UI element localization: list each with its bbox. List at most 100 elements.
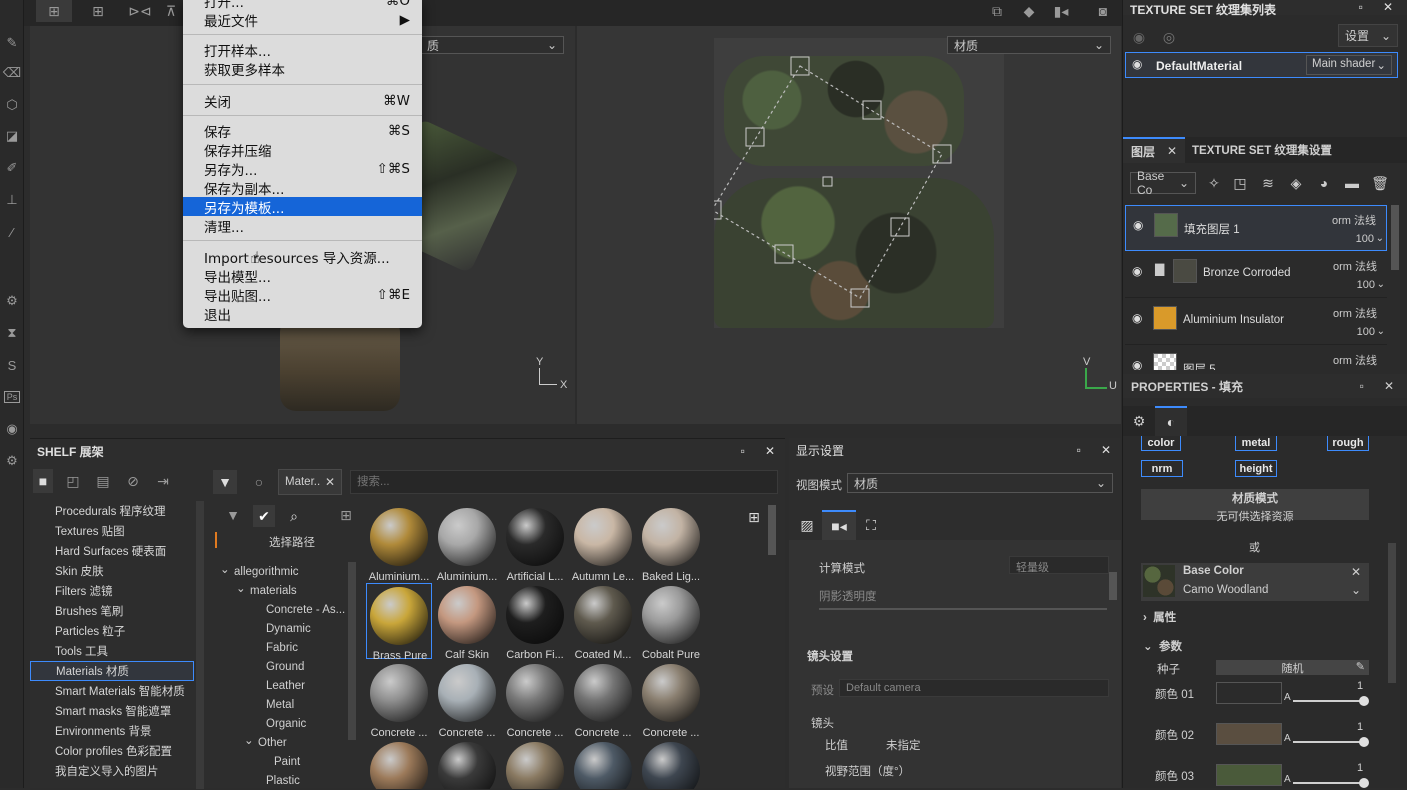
menu-item[interactable]: 保存为副本... — [183, 178, 422, 198]
paint-brush-icon[interactable]: ✎ — [0, 28, 24, 58]
shelf-category-item[interactable]: Hard Surfaces 硬表面 — [30, 541, 194, 561]
tree-item[interactable]: Paint — [220, 752, 348, 771]
eye-icon[interactable]: ◉ — [1132, 57, 1142, 71]
tab-texture-set-settings[interactable]: TEXTURE SET 纹理集设置 — [1185, 137, 1332, 163]
mirror-y-icon[interactable]: ⊼ — [162, 0, 180, 22]
shelf-category-item[interactable]: Smart masks 智能遮罩 — [30, 701, 194, 721]
material-thumbnail[interactable]: Brass Pure — [366, 583, 432, 662]
bake-icon[interactable]: ⧗ — [0, 318, 24, 348]
float-panel-icon[interactable]: ▫ — [1077, 443, 1081, 457]
delete-layer-icon[interactable]: 🗑 — [1369, 172, 1391, 194]
layer-blend-mode[interactable]: orm 法线 — [1333, 352, 1377, 368]
tree-scrollbar[interactable] — [348, 562, 356, 740]
texture-set-settings-button[interactable]: 设置 ⌄ — [1338, 24, 1398, 47]
tab-layers[interactable]: 图层 ✕ — [1123, 137, 1185, 163]
chevron-down-icon[interactable]: ⌄ — [236, 581, 250, 595]
remove-resource-icon[interactable]: ✕ — [1351, 565, 1361, 579]
circle-filter-icon[interactable]: ○ — [250, 470, 268, 494]
material-thumbnail[interactable]: Calf Skin — [434, 583, 500, 661]
params-section[interactable]: ⌄ 参数 — [1143, 638, 1182, 654]
menu-item[interactable]: 导出贴图... ⇧⌘E — [183, 285, 422, 305]
material-thumbnail[interactable]: Artificial L... — [502, 505, 568, 583]
add-folder-icon[interactable]: ▬ — [1341, 172, 1363, 194]
fill-properties-tab-icon[interactable]: ⚙ — [1123, 406, 1155, 436]
float-panel-icon[interactable]: ▫ — [741, 444, 745, 458]
settings-icon[interactable]: ⚙ — [0, 286, 24, 316]
shelf-category-item[interactable]: Procedurals 程序纹理 — [30, 501, 194, 521]
menu-item[interactable]: 关闭 ⌘W — [183, 91, 422, 111]
close-icon[interactable]: ✕ — [765, 444, 775, 458]
close-icon[interactable]: ✕ — [1384, 379, 1394, 393]
edit-icon[interactable]: ✎ — [1356, 660, 1365, 673]
layer-blend-mode[interactable]: orm 法线 — [1333, 258, 1377, 274]
material-thumbnail[interactable] — [638, 739, 704, 789]
menu-item[interactable]: 另存为... ⇧⌘S — [183, 159, 422, 179]
alpha-slider-knob[interactable] — [1359, 737, 1369, 747]
close-icon[interactable]: ✕ — [1101, 443, 1111, 457]
display-scrollbar[interactable] — [1109, 572, 1117, 600]
clone-stamp-icon[interactable]: ⊥ — [0, 185, 24, 215]
menu-item[interactable]: 获取更多样本 — [183, 59, 422, 79]
eraser-icon[interactable]: ⌫ — [0, 58, 24, 88]
view-mode-select[interactable]: 材质 ⌄ — [847, 473, 1113, 493]
tree-item[interactable]: Leather — [220, 676, 348, 695]
viewport-2d[interactable]: 材质 ⌄ V U — [577, 26, 1121, 424]
material-thumbnail[interactable]: Aluminium... — [366, 505, 432, 583]
folder-select-icon[interactable]: ▼ — [223, 505, 243, 525]
material-thumbnail[interactable] — [502, 739, 568, 789]
add-smart-material-icon[interactable]: ◕ — [1313, 172, 1335, 194]
material-thumbnail[interactable]: Concrete ... — [366, 661, 432, 739]
new-resource-icon[interactable]: ◰ — [63, 469, 83, 493]
material-thumbnail[interactable]: Concrete ... — [434, 661, 500, 739]
solo-icon[interactable]: ◎ — [1159, 28, 1179, 46]
environment-tab-icon[interactable]: ▨ — [792, 510, 822, 540]
add-mask-icon[interactable]: ◳ — [1229, 172, 1251, 194]
menu-item[interactable]: 打开样本... — [183, 40, 422, 60]
layer-blend-mode[interactable]: orm 法线 — [1333, 305, 1377, 321]
shelf-category-item[interactable]: Smart Materials 智能材质 — [30, 681, 194, 701]
add-effect-icon[interactable]: ✧ — [1203, 172, 1225, 194]
layer-row[interactable]: ◉ ▇ Bronze Corroded orm 法线 100 ⌄ — [1125, 252, 1387, 298]
channel-select[interactable]: Base Co ⌄ — [1130, 169, 1196, 197]
material-thumbnail[interactable]: Concrete ... — [638, 661, 704, 739]
layer-opacity[interactable]: 100 — [1356, 233, 1374, 245]
material-mode-box[interactable]: 材质模式 无可供选择资源 — [1141, 489, 1369, 523]
material-thumbnail[interactable] — [570, 739, 636, 789]
uv-transform-gizmo[interactable] — [714, 38, 1004, 328]
selection-mode-icon[interactable]: ⊞ — [36, 0, 72, 22]
shelf-tab[interactable]: Mater.. ✕ — [278, 469, 342, 495]
material-thumbnail[interactable]: Aluminium... — [434, 505, 500, 583]
shelf-category-item[interactable]: 我自定义导入的图片 — [30, 761, 194, 781]
visibility-toggle-icon[interactable]: ◉ — [1129, 28, 1149, 46]
eye-icon[interactable]: ◉ — [1132, 358, 1142, 370]
smudge-icon[interactable]: ✐ — [0, 153, 24, 183]
polygon-fill-icon[interactable]: ◪ — [0, 121, 24, 151]
attributes-section[interactable]: › 属性 — [1143, 609, 1176, 625]
category-scrollbar[interactable] — [196, 501, 204, 789]
layer-row[interactable]: ◉ 填充图层 1 orm 法线 100 ⌄ — [1125, 205, 1387, 251]
alpha-slider-knob[interactable] — [1359, 696, 1369, 706]
material-thumbnail[interactable]: Coated M... — [570, 583, 636, 661]
hide-icon[interactable]: ⊘ — [123, 469, 143, 493]
material-thumbnail[interactable]: Concrete ... — [502, 661, 568, 739]
float-panel-icon[interactable]: ▫ — [1359, 0, 1363, 14]
alpha-slider[interactable] — [1293, 700, 1365, 702]
camera-tab-icon[interactable]: ■◂ — [822, 510, 856, 540]
material-thumbnail[interactable]: Concrete ... — [570, 661, 636, 739]
material-tab-icon[interactable]: ◐ — [1155, 406, 1187, 436]
screenshot-icon[interactable]: ◙ — [1092, 0, 1114, 22]
thumbnail-scrollbar[interactable] — [768, 505, 776, 555]
texture-set-row[interactable]: ◉ DefaultMaterial Main shader ⌄ — [1125, 52, 1398, 78]
material-thumbnail[interactable] — [366, 739, 432, 789]
layer-row[interactable]: ◉ 图层 5 orm 法线 — [1125, 346, 1387, 370]
menu-item[interactable]: Import resources 导入资源... — [183, 247, 422, 267]
shelf-category-item[interactable]: Brushes 笔刷 — [30, 601, 194, 621]
menu-item[interactable]: 另存为模板... — [183, 197, 422, 217]
channel-toggle-button[interactable]: rough — [1327, 436, 1369, 451]
photoshop-icon[interactable]: Ps — [0, 382, 24, 412]
alpha-slider[interactable] — [1293, 741, 1365, 743]
shelf-category-item[interactable]: Materials 材质 — [30, 661, 194, 681]
shelf-category-item[interactable]: Textures 贴图 — [30, 521, 194, 541]
add-path-icon[interactable]: ⊞ — [336, 505, 356, 525]
material-thumbnail[interactable]: Cobalt Pure — [638, 583, 704, 661]
